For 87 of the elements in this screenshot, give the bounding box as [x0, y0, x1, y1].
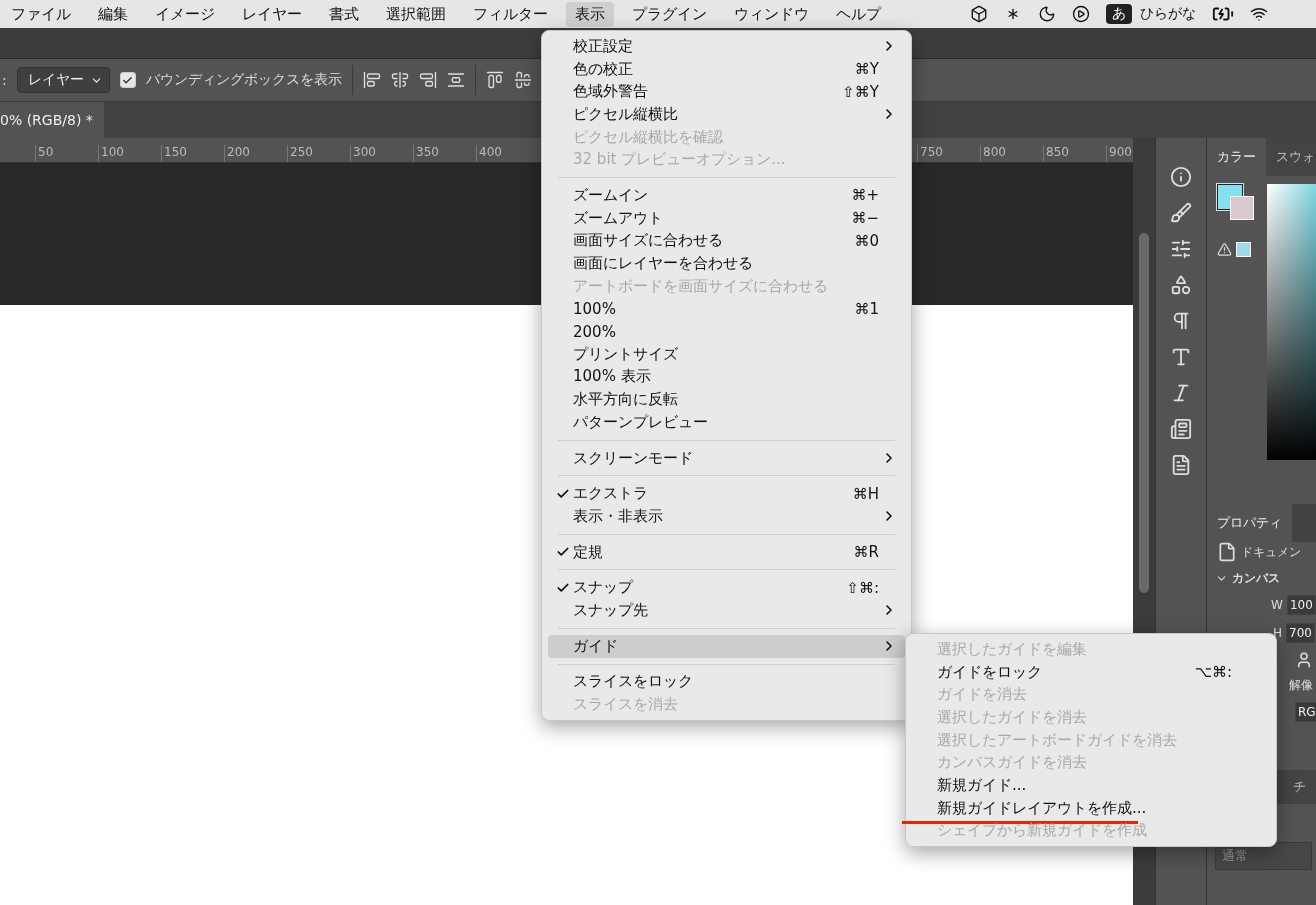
panel-tab[interactable]: プロパティ [1207, 504, 1292, 542]
info-icon[interactable] [1170, 166, 1192, 188]
ruler-label: 850 [1043, 145, 1106, 162]
mode-field[interactable]: RG [1295, 702, 1316, 722]
align-top-icon[interactable] [485, 71, 504, 89]
reference-dropdown[interactable]: レイヤー [16, 67, 110, 93]
menu-bar-item[interactable]: ファイル [2, 1, 80, 27]
newspaper-icon[interactable] [1170, 418, 1192, 440]
menu-item[interactable]: ガイドをロック ⌥⌘: [912, 660, 1270, 684]
ruler-label: 300 [350, 145, 413, 162]
align-right-icon[interactable] [418, 71, 437, 89]
menu-item[interactable]: スクリーンモード [548, 446, 905, 470]
panel-tab[interactable]: カラー [1207, 138, 1266, 176]
ruler-label: 100 [98, 145, 161, 162]
menu-item[interactable]: スナップ ⇧⌘: [548, 576, 905, 600]
align-middle-icon[interactable] [513, 71, 532, 89]
crescent-icon[interactable] [1038, 5, 1056, 23]
menu-bar-item[interactable]: 書式 [320, 1, 368, 27]
box-icon[interactable] [970, 5, 988, 23]
menu-item[interactable]: エクストラ ⌘H [548, 482, 905, 506]
menu-bar-item[interactable]: 表示 [566, 1, 614, 27]
ruler-label: 50 [35, 145, 98, 162]
height-label: H [1273, 626, 1283, 640]
menu-item[interactable]: スライスをロック [548, 670, 905, 694]
menu-item[interactable]: 100% 表示 [548, 365, 905, 389]
menu-item[interactable]: 水平方向に反転 [548, 388, 905, 411]
bounding-box-checkbox[interactable] [119, 72, 136, 88]
scrollbar-thumb[interactable] [1139, 233, 1149, 593]
menu-item[interactable]: パターンプレビュー [548, 411, 905, 434]
width-field[interactable]: 100 [1286, 595, 1316, 615]
width-label: W [1271, 598, 1283, 612]
menu-item[interactable]: 100% ⌘1 [548, 297, 905, 321]
input-mode-badge[interactable]: あ [1106, 4, 1132, 24]
menu-item[interactable]: ガイド [548, 634, 905, 658]
ruler-label: 250 [287, 145, 350, 162]
menu-item[interactable]: 画面サイズに合わせる ⌘0 [548, 229, 905, 253]
document-label: ドキュメン [1241, 543, 1301, 561]
height-field[interactable]: 700 [1286, 623, 1315, 643]
menu-bar-item[interactable]: イメージ [146, 1, 224, 27]
menu-bar-item[interactable]: 編集 [89, 1, 137, 27]
ruler-label: 200 [224, 145, 287, 162]
align-center-icon[interactable] [390, 71, 409, 89]
shapes-icon[interactable] [1170, 274, 1192, 296]
menu-item[interactable]: スナップ先 [548, 599, 905, 622]
menu-item[interactable]: 色域外警告 ⇧⌘Y [548, 80, 905, 104]
menu-item[interactable]: ピクセル縦横比 [548, 103, 905, 126]
menu-item[interactable]: 200% [548, 320, 905, 343]
menu-item[interactable]: 新規ガイド... [912, 774, 1270, 797]
menu-bar-item[interactable]: ウィンドウ [725, 1, 818, 27]
menu-item[interactable]: 色の校正 ⌘Y [548, 57, 905, 81]
menu-bar-item[interactable]: ヘルプ [827, 1, 890, 27]
menu-bar-item[interactable]: レイヤー [233, 1, 311, 27]
menu-item[interactable]: ズームアウト ⌘− [548, 206, 905, 230]
options-label: : [1, 72, 7, 88]
warning-icon [1217, 242, 1232, 257]
type-icon[interactable] [1170, 346, 1192, 368]
document-icon[interactable] [1170, 454, 1192, 476]
menu-bar-item[interactable]: フィルター [464, 1, 557, 27]
ruler-label: 400 [476, 145, 539, 162]
input-mode-label: ひらがな [1140, 5, 1196, 23]
color-spectrum[interactable] [1267, 184, 1316, 460]
menu-item[interactable]: 画面にレイヤーを合わせる [548, 252, 905, 275]
resolution-label: 解像 [1289, 677, 1313, 694]
ruler-label: 150 [161, 145, 224, 162]
gamut-swatch[interactable] [1236, 242, 1251, 257]
bounding-box-label: バウンディングボックスを表示 [145, 71, 342, 89]
menu-item[interactable]: ズームイン ⌘+ [548, 184, 905, 207]
ruler-label: 350 [413, 145, 476, 162]
menu-item[interactable]: 新規ガイドレイアウトを作成... [912, 796, 1270, 820]
distribute-icon[interactable] [446, 71, 465, 89]
menu-item[interactable]: 表示・非表示 [548, 505, 905, 528]
menu-bar-item[interactable]: 選択範囲 [377, 1, 455, 27]
play-circle-icon[interactable] [1072, 5, 1090, 23]
brush-icon[interactable] [1170, 202, 1192, 224]
section-title: カンバス [1232, 570, 1280, 587]
sliders-icon[interactable] [1170, 238, 1192, 260]
menu-item[interactable]: プリントサイズ [548, 342, 905, 366]
align-left-icon[interactable] [362, 71, 381, 89]
document-icon [1217, 542, 1237, 562]
portrait-icon[interactable] [1295, 651, 1313, 669]
wifi-icon[interactable] [1250, 5, 1268, 23]
document-tab[interactable]: 0% (RGB/8) * [0, 102, 104, 138]
ruler-label: 750 [917, 145, 980, 162]
check-icon [122, 74, 134, 86]
menu-bar-item[interactable]: プラグイン [623, 1, 716, 27]
ruler-label: 800 [980, 145, 1043, 162]
menu-item[interactable]: 定規 ⌘R [548, 540, 905, 564]
